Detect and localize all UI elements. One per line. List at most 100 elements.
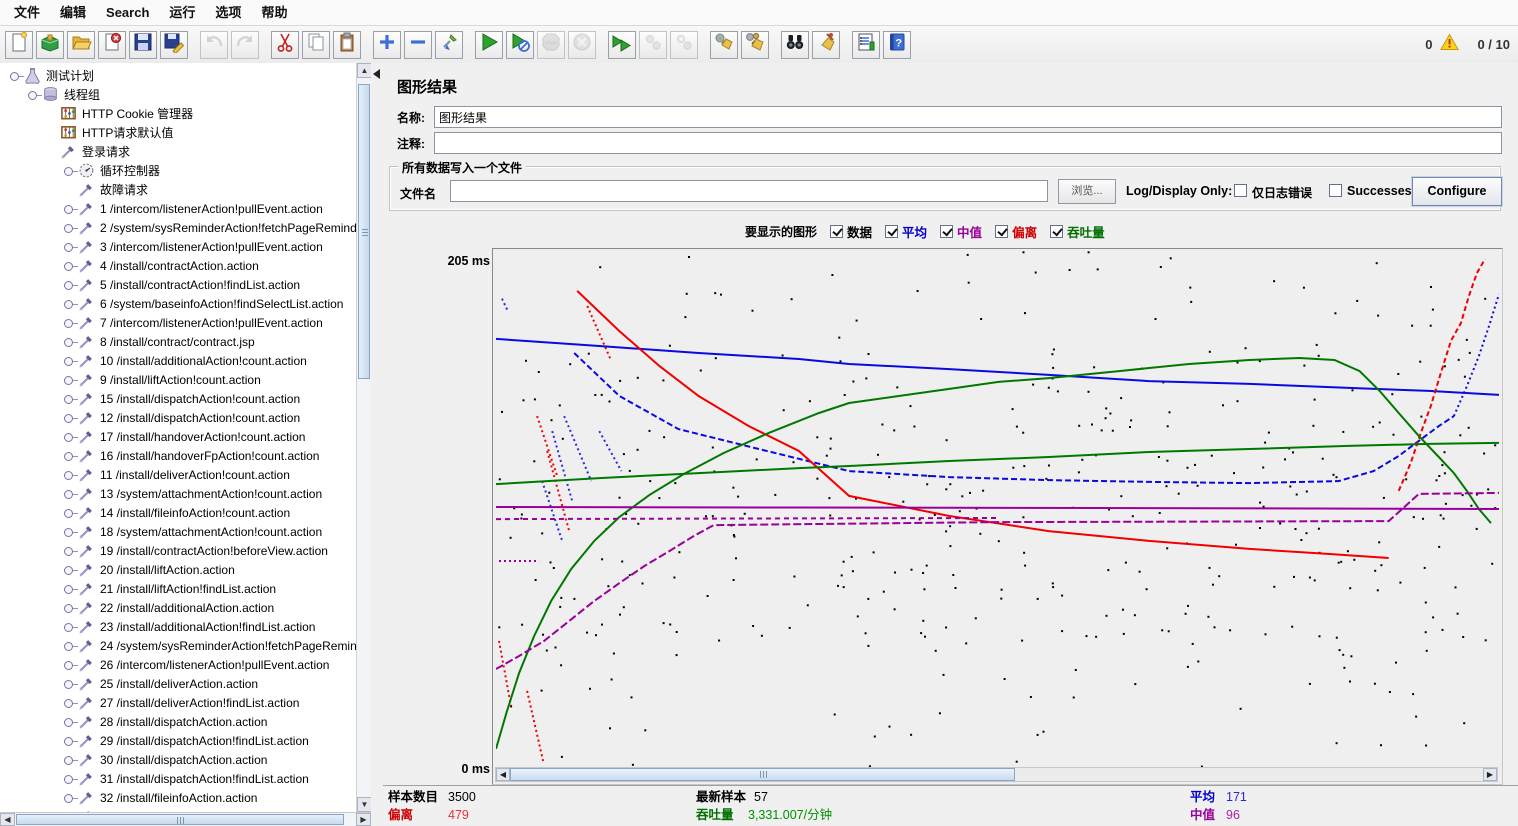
graph-option-checkbox[interactable] bbox=[995, 225, 1008, 238]
tree-item[interactable]: 26 /intercom/listenerAction!pullEvent.ac… bbox=[0, 655, 356, 674]
filename-input[interactable] bbox=[450, 180, 1048, 202]
tree-expand-handle-icon[interactable] bbox=[62, 771, 78, 787]
tree-item[interactable]: 7 /intercom/listenerAction!pullEvent.act… bbox=[0, 313, 356, 332]
tree-expand-handle-icon[interactable] bbox=[62, 657, 78, 673]
scroll-right-icon[interactable]: ▶ bbox=[356, 813, 371, 826]
tree-item[interactable]: 2 /system/sysReminderAction!fetchPageRem… bbox=[0, 218, 356, 237]
tree-expand-handle-icon[interactable] bbox=[62, 543, 78, 559]
menu-item-4[interactable]: 选项 bbox=[205, 0, 251, 26]
graph-option-checkbox[interactable] bbox=[885, 225, 898, 238]
tree-item[interactable]: 故障请求 bbox=[0, 180, 356, 199]
tree-item[interactable]: 31 /install/dispatchAction!findList.acti… bbox=[0, 769, 356, 788]
clear-all-button[interactable] bbox=[741, 31, 769, 59]
tree-expand-handle-icon[interactable] bbox=[62, 486, 78, 502]
tree-item[interactable]: 29 /install/dispatchAction!findList.acti… bbox=[0, 731, 356, 750]
tree-expand-handle-icon[interactable] bbox=[62, 733, 78, 749]
successes-checkbox[interactable] bbox=[1329, 184, 1342, 197]
collapse-arrow-icon[interactable] bbox=[373, 69, 380, 79]
configure-button[interactable]: Configure bbox=[1412, 177, 1502, 206]
tree-item[interactable]: 17 /install/handoverAction!count.action bbox=[0, 427, 356, 446]
tree-item[interactable]: 10 /install/additionalAction!count.actio… bbox=[0, 351, 356, 370]
tree-expand-handle-icon[interactable] bbox=[62, 752, 78, 768]
tree-item[interactable]: 6 /system/baseinfoAction!findSelectList.… bbox=[0, 294, 356, 313]
tree-item[interactable]: 5 /install/contractAction!findList.actio… bbox=[0, 275, 356, 294]
graph-option-checkbox[interactable] bbox=[940, 225, 953, 238]
tree-expand-handle-icon[interactable] bbox=[62, 163, 78, 179]
tree-expand-handle-icon[interactable] bbox=[62, 372, 78, 388]
tree-horizontal-scrollbar[interactable]: ◀ ▶ bbox=[0, 812, 371, 826]
cut-button[interactable] bbox=[271, 31, 299, 59]
new-file-button[interactable] bbox=[5, 31, 33, 59]
add-button[interactable] bbox=[373, 31, 401, 59]
menu-item-5[interactable]: 帮助 bbox=[251, 0, 297, 26]
tree-vscroll-thumb[interactable] bbox=[358, 84, 370, 379]
search-button[interactable] bbox=[781, 31, 809, 59]
tree-item[interactable]: 线程组 bbox=[0, 85, 356, 104]
start-no-timers-button[interactable] bbox=[506, 31, 534, 59]
tree-item[interactable]: 19 /install/contractAction!beforeView.ac… bbox=[0, 541, 356, 560]
menu-item-0[interactable]: 文件 bbox=[4, 0, 50, 26]
clear-button[interactable] bbox=[710, 31, 738, 59]
tree-item[interactable]: 3 /intercom/listenerAction!pullEvent.act… bbox=[0, 237, 356, 256]
menu-item-1[interactable]: 编辑 bbox=[50, 0, 96, 26]
graph-horizontal-scrollbar[interactable]: ◀ ▶ bbox=[495, 767, 1498, 782]
tree-expand-handle-icon[interactable] bbox=[62, 714, 78, 730]
tree-item[interactable]: 18 /system/attachmentAction!count.action bbox=[0, 522, 356, 541]
tree-expand-handle-icon[interactable] bbox=[62, 581, 78, 597]
menu-item-3[interactable]: 运行 bbox=[159, 0, 205, 26]
graph-option-checkbox[interactable] bbox=[1050, 225, 1063, 238]
scroll-up-icon[interactable]: ▲ bbox=[357, 63, 371, 78]
tree-expand-handle-icon[interactable] bbox=[62, 353, 78, 369]
tree-item[interactable]: 27 /install/deliverAction!findList.actio… bbox=[0, 693, 356, 712]
save-as-button[interactable] bbox=[160, 31, 188, 59]
tree-item[interactable]: 32 /install/fileinfoAction.action bbox=[0, 788, 356, 807]
tree-expand-handle-icon[interactable] bbox=[62, 524, 78, 540]
function-helper-button[interactable] bbox=[852, 31, 880, 59]
tree-item[interactable]: 24 /system/sysReminderAction!fetchPageRe… bbox=[0, 636, 356, 655]
tree-expand-handle-icon[interactable] bbox=[26, 87, 42, 103]
tree-expand-handle-icon[interactable] bbox=[62, 562, 78, 578]
tree-item[interactable]: 8 /install/contract/contract.jsp bbox=[0, 332, 356, 351]
tree-item[interactable]: 22 /install/additionalAction.action bbox=[0, 598, 356, 617]
tree-expand-handle-icon[interactable] bbox=[62, 429, 78, 445]
help-button[interactable]: ? bbox=[883, 31, 911, 59]
browse-button[interactable]: 浏览... bbox=[1058, 179, 1116, 204]
name-input[interactable] bbox=[434, 106, 1502, 128]
open-folder-button[interactable] bbox=[67, 31, 95, 59]
tree-item[interactable]: 28 /install/dispatchAction.action bbox=[0, 712, 356, 731]
tree-item[interactable]: 14 /install/fileinfoAction!count.action bbox=[0, 503, 356, 522]
tree-expand-handle-icon[interactable] bbox=[62, 334, 78, 350]
tree-item[interactable]: 测试计划 bbox=[0, 66, 356, 85]
tree-expand-handle-icon[interactable] bbox=[62, 600, 78, 616]
tree-expand-handle-icon[interactable] bbox=[62, 638, 78, 654]
comment-input[interactable] bbox=[434, 132, 1502, 154]
tree-item[interactable]: 20 /install/liftAction.action bbox=[0, 560, 356, 579]
tree-item[interactable]: 11 /install/deliverAction!count.action bbox=[0, 465, 356, 484]
tree-expand-handle-icon[interactable] bbox=[62, 790, 78, 806]
toggle-button[interactable] bbox=[435, 31, 463, 59]
scroll-left-icon[interactable]: ◀ bbox=[496, 768, 510, 781]
tree-expand-handle-icon[interactable] bbox=[62, 695, 78, 711]
scroll-right-icon[interactable]: ▶ bbox=[1483, 768, 1497, 781]
tree-hscroll-thumb[interactable] bbox=[16, 814, 344, 825]
menu-item-2[interactable]: Search bbox=[96, 0, 159, 26]
tree-expand-handle-icon[interactable] bbox=[62, 505, 78, 521]
close-file-button[interactable] bbox=[98, 31, 126, 59]
tree-item[interactable]: 15 /install/dispatchAction!count.action bbox=[0, 389, 356, 408]
tree-expand-handle-icon[interactable] bbox=[62, 277, 78, 293]
graph-option-checkbox[interactable] bbox=[830, 225, 843, 238]
tree-vertical-scrollbar[interactable]: ▲ ▼ bbox=[356, 63, 371, 812]
tree-expand-handle-icon[interactable] bbox=[62, 391, 78, 407]
remote-start-all-button[interactable] bbox=[608, 31, 636, 59]
tree-expand-handle-icon[interactable] bbox=[62, 201, 78, 217]
tree-item[interactable]: 25 /install/deliverAction.action bbox=[0, 674, 356, 693]
search-reset-button[interactable] bbox=[812, 31, 840, 59]
tree-expand-handle-icon[interactable] bbox=[62, 410, 78, 426]
tree-item[interactable]: 4 /install/contractAction.action bbox=[0, 256, 356, 275]
tree-item[interactable]: 循环控制器 bbox=[0, 161, 356, 180]
save-button[interactable] bbox=[129, 31, 157, 59]
copy-button[interactable] bbox=[302, 31, 330, 59]
tree-item[interactable]: 12 /install/dispatchAction!count.action bbox=[0, 408, 356, 427]
tree-expand-handle-icon[interactable] bbox=[62, 258, 78, 274]
remove-button[interactable] bbox=[404, 31, 432, 59]
